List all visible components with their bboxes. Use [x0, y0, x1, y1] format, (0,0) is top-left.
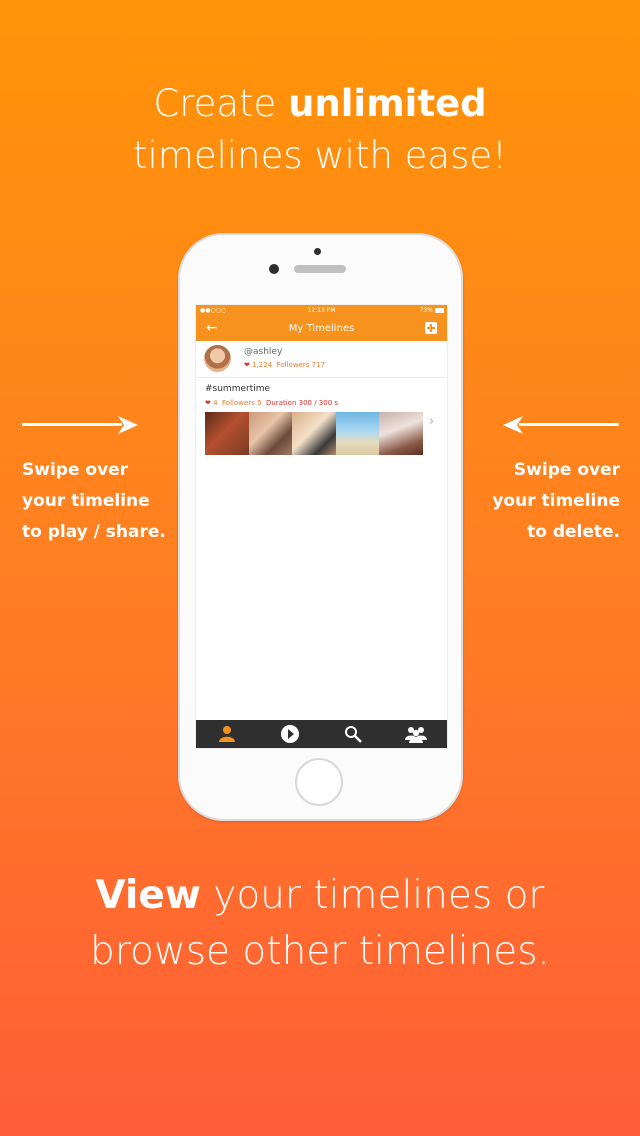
tab-profile[interactable] [196, 720, 259, 748]
thumbnail-image [205, 412, 249, 455]
timeline-stats: ❤ 4 Followers 5 Duration 300 / 300 s [205, 399, 338, 407]
tab-play[interactable] [259, 720, 322, 748]
thumbnail-image [335, 412, 380, 455]
timeline-duration-label: Duration [265, 399, 297, 407]
bottom-headline: View your timelines or browse other time… [0, 868, 640, 980]
timeline-thumbnails [205, 412, 423, 455]
play-icon [281, 725, 300, 743]
status-bar: ●●○○○ 12:13 PM 73% [196, 305, 447, 316]
thumbnail-image [292, 412, 336, 455]
bottom-headline-emphasis: View [95, 873, 201, 918]
top-headline-line2: timelines with ease! [133, 134, 507, 177]
earpiece [294, 265, 346, 273]
left-swipe-note: Swipe over your timeline to play / share… [22, 460, 166, 542]
timeline-likes: 4 [213, 399, 218, 407]
phone-mockup: ●●○○○ 12:13 PM 73% ← My Timelines @ashle… [178, 233, 463, 821]
thumbnail-image [248, 412, 293, 455]
profile-likes: 1,224 [252, 361, 273, 369]
timeline-row[interactable]: #summertime ❤ 4 Followers 5 Duration 300… [199, 382, 444, 462]
tab-search[interactable] [322, 720, 385, 748]
front-camera [269, 264, 279, 274]
profile-followers: 717 [311, 361, 326, 369]
profile-followers-label: Followers [276, 361, 310, 369]
timeline-duration: 300 / 300 s [298, 399, 339, 407]
right-swipe-note: Swipe over your timeline to delete. [492, 460, 620, 542]
battery-icon [435, 308, 444, 313]
avatar [204, 345, 231, 372]
thumbnail-image [379, 412, 423, 455]
left-swipe-arrow-icon [22, 416, 138, 434]
chevron-right-icon: › [429, 414, 434, 428]
timeline-followers-label: Followers [222, 399, 255, 407]
top-headline-line1: Create unlimited [153, 82, 487, 125]
battery-level: 73% [419, 307, 433, 314]
top-headline: Create unlimited timelines with ease! [0, 78, 640, 182]
heart-icon: ❤ [244, 361, 250, 369]
nav-title: My Timelines [288, 323, 355, 334]
username: @ashley [244, 347, 283, 357]
add-timeline-icon[interactable] [425, 322, 437, 334]
tab-community[interactable] [384, 720, 447, 748]
tab-bar [196, 720, 447, 748]
profile-stats: ❤ 1,224 Followers 717 [244, 361, 325, 369]
bottom-headline-line2: browse other timelines. [90, 929, 550, 974]
phone-screen: ●●○○○ 12:13 PM 73% ← My Timelines @ashle… [195, 304, 448, 749]
home-button[interactable] [295, 758, 343, 806]
status-time: 12:13 PM [307, 307, 336, 314]
front-sensor [314, 248, 321, 255]
profile-header[interactable]: @ashley ❤ 1,224 Followers 717 [196, 341, 447, 378]
timeline-name: #summertime [205, 384, 271, 394]
bottom-headline-line1: View your timelines or [95, 873, 545, 918]
timeline-followers: 5 [257, 399, 262, 407]
search-icon [344, 726, 362, 743]
top-headline-emphasis: unlimited [288, 82, 487, 125]
heart-icon: ❤ [205, 399, 211, 407]
right-swipe-arrow-icon [503, 416, 619, 434]
group-icon [404, 727, 427, 743]
person-icon [219, 726, 236, 742]
nav-bar: ← My Timelines [196, 316, 447, 341]
